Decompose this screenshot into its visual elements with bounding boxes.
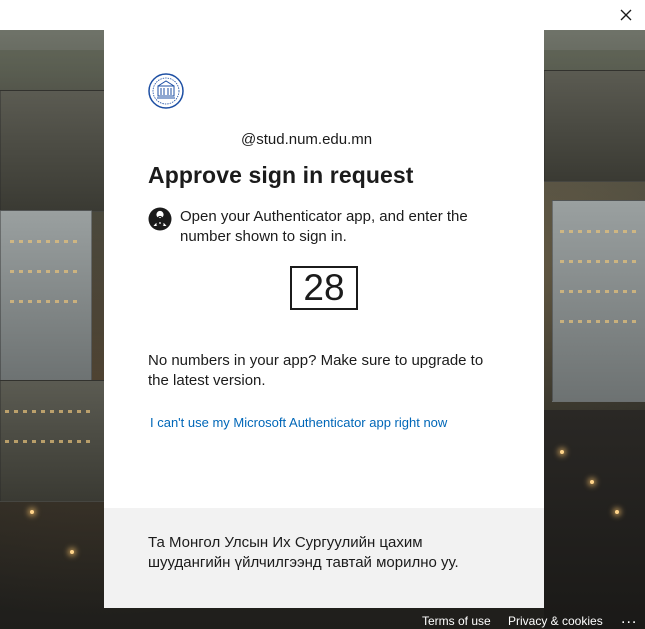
background-building — [544, 70, 645, 182]
background-windows — [10, 240, 80, 243]
footer: Terms of use Privacy & cookies ... — [0, 610, 645, 629]
privacy-cookies-link[interactable]: Privacy & cookies — [508, 614, 603, 628]
more-options-button[interactable]: ... — [621, 610, 637, 628]
instruction-text: Open your Authenticator app, and enter t… — [180, 208, 468, 245]
authenticator-lock-icon — [148, 206, 172, 232]
background-windows — [560, 320, 640, 323]
account-username: @stud.num.edu.mn — [241, 131, 373, 148]
background-windows — [560, 230, 640, 233]
terms-of-use-link[interactable]: Terms of use — [422, 614, 491, 628]
welcome-banner: Та Монгол Улсын Их Сургуулийн цахим шууд… — [104, 508, 544, 608]
background-building — [0, 90, 106, 212]
university-seal-logo — [148, 73, 184, 109]
cant-use-authenticator-link[interactable]: I can't use my Microsoft Authenticator a… — [150, 415, 447, 430]
background-windows — [560, 290, 640, 293]
background-windows — [10, 300, 80, 303]
page-title: Approve sign in request — [148, 162, 414, 188]
background-windows — [560, 260, 640, 263]
signin-card: @stud.num.edu.mn Approve sign in request… — [104, 30, 544, 508]
background-light — [615, 510, 619, 514]
close-button[interactable] — [617, 6, 635, 24]
background-light — [30, 510, 34, 514]
background-windows — [10, 270, 80, 273]
background-light — [560, 450, 564, 454]
background-building — [0, 210, 92, 382]
background-windows — [5, 440, 95, 443]
background-light — [590, 480, 594, 484]
welcome-banner-text: Та Монгол Улсын Их Сургуулийн цахим шууд… — [148, 534, 459, 571]
upgrade-hint-text: No numbers in your app? Make sure to upg… — [148, 352, 484, 389]
background-light — [70, 550, 74, 554]
window-titlebar — [0, 0, 645, 30]
background-street — [544, 410, 645, 629]
sign-in-number: 28 — [290, 266, 358, 310]
university-logo — [148, 73, 184, 109]
background-windows — [5, 410, 95, 413]
close-icon — [620, 9, 632, 21]
